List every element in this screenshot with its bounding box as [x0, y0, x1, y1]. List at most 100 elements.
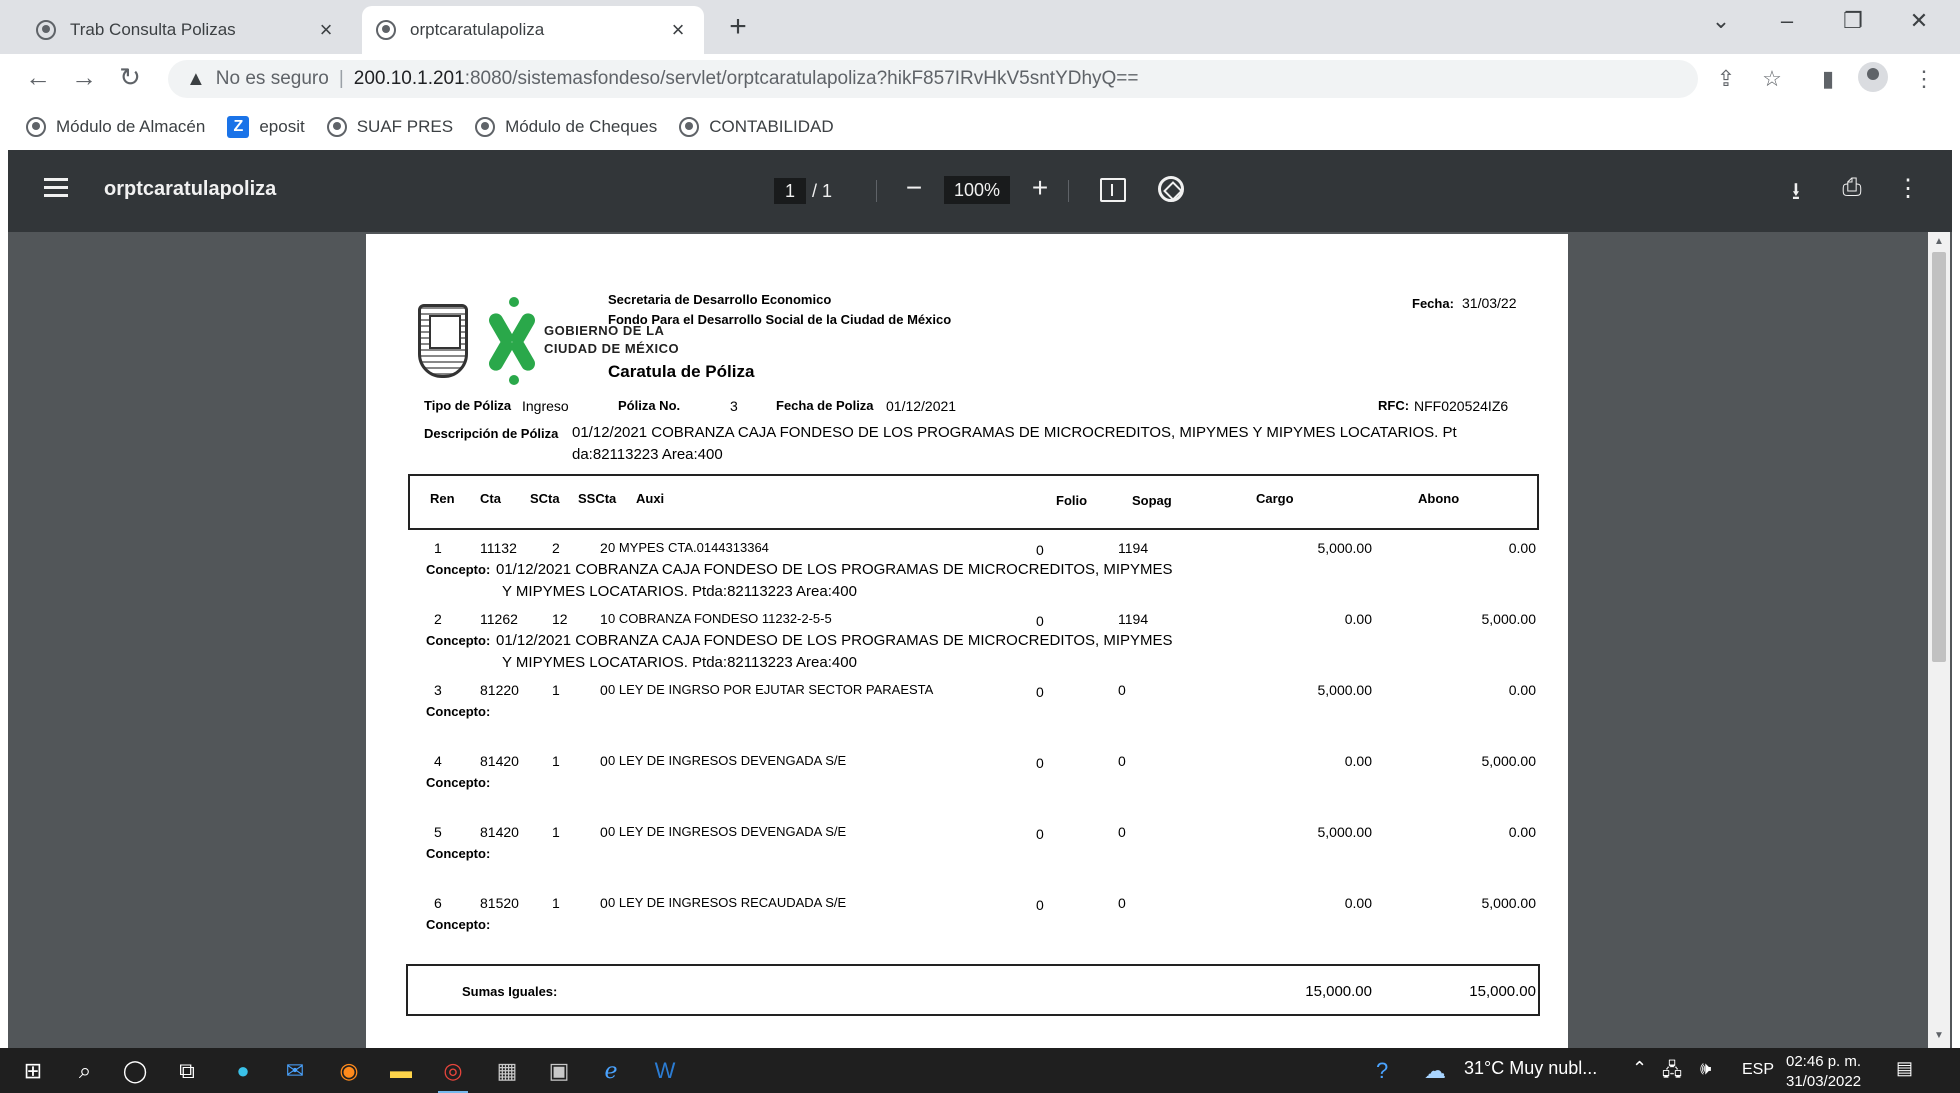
zoom-level-input[interactable]: 100%	[944, 176, 1010, 204]
scrollbar-thumb[interactable]	[1932, 252, 1946, 662]
cell-auxi: 0 LEY DE INGRESOS DEVENGADA S/E	[608, 824, 847, 839]
concepto-label: Concepto:	[426, 633, 491, 648]
globe-icon	[376, 20, 396, 40]
more-menu-icon[interactable]: ⋮	[1908, 66, 1940, 92]
column-header: Auxi	[636, 491, 665, 506]
edge-browser-icon[interactable]: ●	[228, 1056, 258, 1086]
share-icon[interactable]: ⇪	[1710, 66, 1742, 92]
fecha-poliza-value: 01/12/2021	[886, 398, 957, 414]
print-icon[interactable]: ⎙	[1836, 174, 1868, 202]
bookmark-eposit[interactable]: Z eposit	[227, 116, 305, 138]
tab-orptcaratulapoliza[interactable]: orptcaratulapoliza ×	[362, 6, 704, 54]
chevron-up-icon[interactable]: ⌃	[1632, 1058, 1647, 1079]
minimize-button[interactable]: –	[1764, 8, 1810, 34]
bookmark-modulo-cheques[interactable]: Módulo de Cheques	[475, 117, 657, 137]
cell-auxi: 0 LEY DE INGRESOS DEVENGADA S/E	[608, 753, 847, 768]
close-tab-icon[interactable]: ×	[314, 17, 338, 43]
tab-trab-consulta-polizas[interactable]: Trab Consulta Polizas ×	[22, 6, 352, 54]
divider: |	[338, 68, 344, 89]
file-explorer-icon[interactable]: ▬	[386, 1056, 416, 1086]
concepto-label: Concepto:	[426, 846, 491, 861]
close-window-button[interactable]: ✕	[1896, 8, 1942, 34]
cell-scta: 1	[552, 753, 560, 769]
cell-abono: 5,000.00	[1481, 895, 1537, 911]
weather-text[interactable]: 31°C Muy nubl...	[1464, 1058, 1597, 1079]
document-heading: Caratula de Póliza	[608, 362, 755, 381]
cell-cargo: 5,000.00	[1317, 682, 1373, 698]
profile-avatar-icon[interactable]	[1858, 62, 1888, 92]
clock[interactable]: 02:46 p. m. 31/03/2022	[1786, 1052, 1861, 1092]
tipo-poliza-label: Tipo de Póliza	[424, 398, 512, 413]
search-icon[interactable]: ⌕	[70, 1056, 100, 1086]
notifications-icon[interactable]: ▤	[1896, 1058, 1913, 1079]
store-icon[interactable]: ▣	[544, 1056, 574, 1086]
fit-page-icon[interactable]	[1100, 178, 1126, 202]
forward-icon[interactable]: →	[66, 62, 102, 93]
address-bar[interactable]: ▲ No es seguro | 200.10.1.201 :8080/sist…	[168, 60, 1698, 98]
bookmark-label: SUAF PRES	[356, 117, 454, 136]
cell-auxi: 0 LEY DE INGRSO POR EJUTAR SECTOR PARAES…	[608, 682, 934, 697]
logo-text: GOBIERNO DE LA CIUDAD DE MÉXICO	[544, 322, 679, 358]
back-icon[interactable]: ←	[20, 62, 56, 93]
language-indicator[interactable]: ESP	[1742, 1061, 1774, 1079]
fecha-poliza-label: Fecha de Poliza	[776, 398, 874, 413]
cortana-icon[interactable]: ◯	[120, 1056, 150, 1086]
restore-button[interactable]: ❐	[1830, 8, 1876, 34]
reload-icon[interactable]: ↻	[112, 62, 148, 93]
bookmark-star-icon[interactable]: ☆	[1756, 66, 1788, 92]
download-icon[interactable]: ⭳	[1780, 174, 1812, 215]
windows-start-icon[interactable]: ⊞	[18, 1056, 48, 1086]
zoom-out-icon[interactable]: −	[896, 172, 932, 204]
page-number-input[interactable]: 1	[774, 178, 806, 204]
concepto-text: 01/12/2021 COBRANZA CAJA FONDESO DE LOS …	[496, 632, 1173, 649]
internet-explorer-icon[interactable]: ℯ	[596, 1056, 626, 1086]
bookmark-label: Módulo de Cheques	[505, 117, 658, 136]
divider	[1068, 180, 1069, 202]
chrome-icon[interactable]: ◎	[438, 1056, 468, 1093]
menu-icon[interactable]	[44, 178, 68, 198]
word-icon[interactable]: W	[650, 1056, 680, 1086]
descripcion-line: 01/12/2021 COBRANZA CAJA FONDESO DE LOS …	[572, 424, 1457, 441]
mail-icon[interactable]: ✉	[280, 1056, 310, 1086]
zoom-in-icon[interactable]: +	[1022, 172, 1058, 204]
help-icon[interactable]: ?	[1376, 1058, 1388, 1084]
globe-icon	[326, 117, 347, 137]
cell-cargo: 0.00	[1344, 895, 1372, 911]
scroll-up-icon[interactable]: ▲	[1932, 236, 1946, 247]
bookmark-modulo-almacen[interactable]: Módulo de Almacén	[26, 117, 205, 137]
rotate-icon[interactable]	[1158, 176, 1184, 202]
calculator-icon[interactable]: ▦	[492, 1056, 522, 1086]
side-panel-icon[interactable]: ▮	[1812, 66, 1844, 92]
firefox-icon[interactable]: ◉	[334, 1056, 364, 1086]
column-header: SCta	[530, 491, 560, 506]
scroll-down-icon[interactable]: ▼	[1932, 1030, 1946, 1041]
volume-icon[interactable]: 🕪	[1700, 1058, 1711, 1079]
cell-cargo: 5,000.00	[1317, 540, 1373, 556]
cell-sopag: 1194	[1118, 611, 1149, 627]
weather-cloud-icon[interactable]: ☁	[1424, 1058, 1446, 1084]
tab-title: orptcaratulapoliza	[410, 20, 545, 39]
fecha-value: 31/03/22	[1462, 295, 1517, 311]
column-header: Cargo	[1256, 491, 1294, 506]
browser-toolbar: ← → ↻ ▲ No es seguro | 200.10.1.201 :808…	[0, 54, 1960, 104]
task-view-icon[interactable]: ⧉	[172, 1056, 202, 1086]
concepto-label: Concepto:	[426, 704, 491, 719]
cell-folio: 0	[1036, 613, 1044, 629]
cell-abono: 5,000.00	[1481, 753, 1537, 769]
descripcion-label: Descripción de Póliza	[424, 426, 559, 441]
bookmark-suaf-pres[interactable]: SUAF PRES	[326, 117, 454, 137]
clock-time: 02:46 p. m.	[1786, 1053, 1862, 1070]
cell-auxi: 0 MYPES CTA.0144313364	[608, 540, 769, 555]
clock-date: 31/03/2022	[1786, 1073, 1862, 1090]
pdf-viewer-toolbar: orptcaratulapoliza 1 / 1 − 100% + ⭳ ⎙ ⋮	[8, 150, 1952, 232]
fecha-label: Fecha:	[1412, 296, 1454, 311]
tab-search-icon[interactable]: ⌄	[1698, 8, 1744, 34]
more-options-icon[interactable]: ⋮	[1892, 174, 1924, 203]
bookmarks-bar: Módulo de Almacén Z eposit SUAF PRES Mód…	[0, 104, 1960, 150]
cell-folio: 0	[1036, 826, 1044, 842]
close-tab-icon[interactable]: ×	[666, 17, 690, 43]
bookmark-contabilidad[interactable]: CONTABILIDAD	[679, 117, 834, 137]
network-icon[interactable]: 🖧	[1662, 1058, 1682, 1088]
warning-icon[interactable]: ▲	[186, 68, 206, 91]
new-tab-button[interactable]: +	[718, 10, 758, 44]
